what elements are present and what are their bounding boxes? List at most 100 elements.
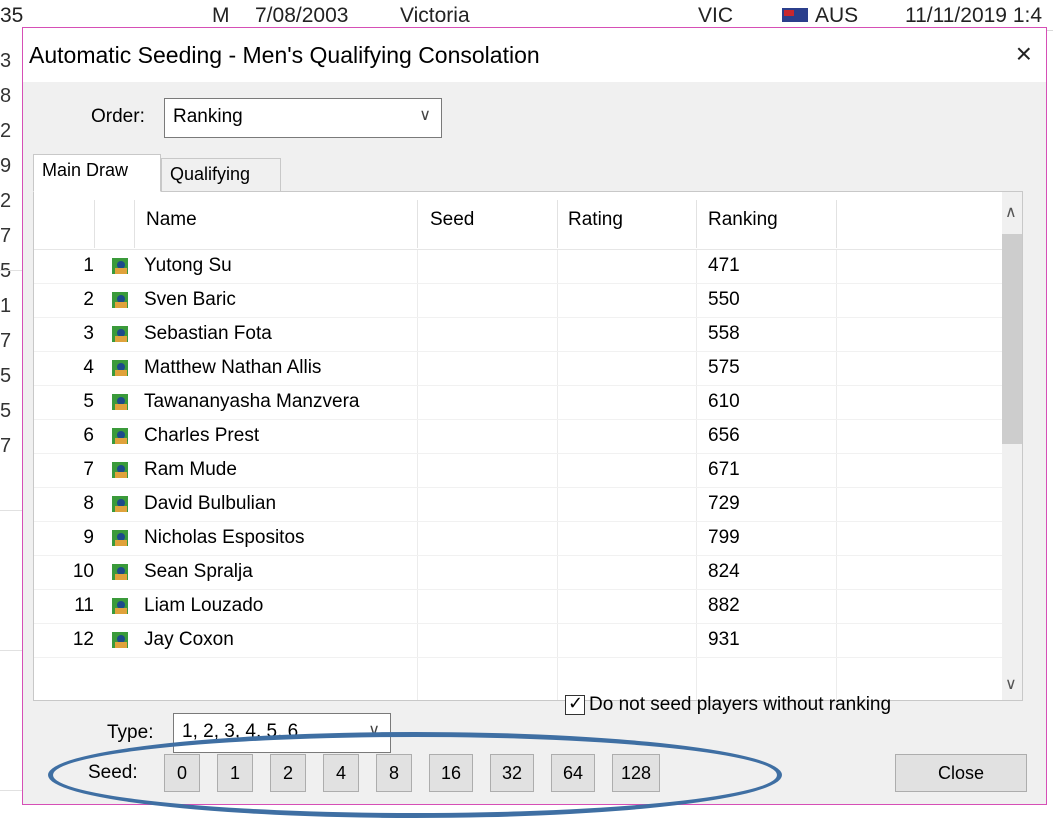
bg-cell: VIC	[698, 4, 734, 27]
bg-cell: 7	[0, 435, 12, 457]
player-name: David Bulbulian	[144, 493, 277, 514]
bg-cell: 5	[0, 365, 12, 387]
row-index: 1	[83, 255, 94, 276]
row-index: 9	[83, 527, 94, 548]
seed-button-0[interactable]: 0	[164, 754, 200, 792]
player-icon	[112, 598, 128, 614]
tab-label: Main Draw	[42, 160, 129, 180]
player-name: Liam Louzado	[144, 595, 264, 616]
bg-cell: 7	[0, 330, 12, 352]
player-icon	[112, 258, 128, 274]
seed-button-128[interactable]: 128	[612, 754, 660, 792]
player-ranking: 824	[708, 561, 740, 582]
order-value: Ranking	[173, 106, 243, 127]
row-index: 7	[83, 459, 94, 480]
player-icon	[112, 428, 128, 444]
seed-button-8[interactable]: 8	[376, 754, 412, 792]
tab-label: Qualifying	[170, 164, 251, 184]
bg-cell: 5	[0, 260, 12, 282]
main-draw-panel: Name Seed Rating Ranking 1 Yutong Su 471 2 S…	[33, 191, 1023, 701]
type-dropdown[interactable]: 1, 2, 3, 4, 5, 6... ∨	[173, 713, 391, 753]
bg-cell: 11/11/2019 1:4	[905, 4, 1043, 27]
player-name: Matthew Nathan Allis	[144, 357, 322, 378]
player-name: Yutong Su	[144, 255, 232, 276]
player-ranking: 575	[708, 357, 740, 378]
title-bar: Automatic Seeding - Men's Qualifying Con…	[23, 28, 1046, 82]
column-header-rating[interactable]: Rating	[568, 209, 623, 231]
scroll-up-icon[interactable]: ∧	[1005, 202, 1017, 222]
seed-button-16[interactable]: 16	[429, 754, 473, 792]
seed-button-2[interactable]: 2	[270, 754, 306, 792]
player-ranking: 656	[708, 425, 740, 446]
row-index: 5	[83, 391, 94, 412]
player-name: Charles Prest	[144, 425, 260, 446]
scroll-down-icon[interactable]: ∨	[1005, 674, 1017, 694]
table-row[interactable]: 3 Sebastian Fota 558	[34, 318, 1002, 352]
row-index: 3	[83, 323, 94, 344]
player-ranking: 550	[708, 289, 740, 310]
table-row[interactable]: 11 Liam Louzado 882	[34, 590, 1002, 624]
table-row[interactable]: 1 Yutong Su 471	[34, 250, 1002, 284]
player-ranking: 799	[708, 527, 740, 548]
chevron-down-icon: ∨	[419, 107, 431, 124]
player-icon	[112, 632, 128, 648]
bg-cell: Victoria	[400, 4, 470, 27]
seed-button-4[interactable]: 4	[323, 754, 359, 792]
seed-label: Seed:	[88, 762, 138, 783]
tab-qualifying[interactable]: Qualifying	[161, 158, 281, 192]
close-icon[interactable]: ×	[1016, 38, 1032, 70]
table-row[interactable]: 12 Jay Coxon 931	[34, 624, 1002, 658]
row-index: 12	[72, 629, 94, 650]
row-index: 6	[83, 425, 94, 446]
player-name: Sebastian Fota	[144, 323, 272, 344]
background-spreadsheet-column: 3 8 2 9 2 7 5 1 7 5 5 7	[0, 30, 22, 820]
player-ranking: 610	[708, 391, 740, 412]
player-name: Ram Mude	[144, 459, 237, 480]
table-row[interactable]: 8 David Bulbulian 729	[34, 488, 1002, 522]
table-body: 1 Yutong Su 471 2 Sven Baric 550 3 Sebastian Fo…	[34, 250, 1002, 658]
scroll-thumb[interactable]	[1002, 234, 1022, 444]
dialog-title: Automatic Seeding - Men's Qualifying Con…	[29, 42, 540, 68]
player-name: Sven Baric	[144, 289, 236, 310]
player-name: Tawananyasha Manzvera	[144, 391, 360, 412]
player-icon	[112, 292, 128, 308]
column-header-name[interactable]: Name	[146, 209, 197, 231]
player-icon	[112, 462, 128, 478]
order-dropdown[interactable]: Ranking ∨	[164, 98, 442, 138]
table-row[interactable]: 6 Charles Prest 656	[34, 420, 1002, 454]
column-header-seed[interactable]: Seed	[430, 209, 474, 231]
table-row[interactable]: 4 Matthew Nathan Allis 575	[34, 352, 1002, 386]
player-icon	[112, 496, 128, 512]
player-icon	[112, 564, 128, 580]
bg-cell: 3	[0, 50, 12, 72]
bg-cell: 7/08/2003	[255, 4, 349, 27]
vertical-scrollbar[interactable]: ∧ ∨	[1002, 192, 1022, 700]
table-row[interactable]: 2 Sven Baric 550	[34, 284, 1002, 318]
no-ranking-checkbox[interactable]	[565, 693, 585, 715]
player-name: Jay Coxon	[144, 629, 234, 650]
seed-button-1[interactable]: 1	[217, 754, 253, 792]
player-icon	[112, 530, 128, 546]
table-row[interactable]: 7 Ram Mude 671	[34, 454, 1002, 488]
close-button[interactable]: Close	[895, 754, 1027, 792]
table-row[interactable]: 5 Tawananyasha Manzvera 610	[34, 386, 1002, 420]
bg-cell: 8	[0, 85, 12, 107]
no-ranking-checkbox-label[interactable]: Do not seed players without ranking	[589, 694, 891, 716]
player-ranking: 558	[708, 323, 740, 344]
bg-cell: 7	[0, 225, 12, 247]
player-name: Sean Spralja	[144, 561, 253, 582]
type-label: Type:	[107, 722, 154, 743]
bg-cell: 2	[0, 120, 12, 142]
seed-button-32[interactable]: 32	[490, 754, 534, 792]
table-row[interactable]: 9 Nicholas Espositos 799	[34, 522, 1002, 556]
seed-button-64[interactable]: 64	[551, 754, 595, 792]
chevron-down-icon: ∨	[368, 722, 380, 739]
column-header-ranking[interactable]: Ranking	[708, 209, 778, 231]
players-table: Name Seed Rating Ranking 1 Yutong Su 471 2 S…	[34, 192, 1002, 700]
tab-main-draw[interactable]: Main Draw	[33, 154, 161, 192]
bg-cell: 2	[0, 190, 12, 212]
table-row[interactable]: 10 Sean Spralja 824	[34, 556, 1002, 590]
player-icon	[112, 326, 128, 342]
player-ranking: 471	[708, 255, 740, 276]
bg-cell: 1	[0, 295, 12, 317]
